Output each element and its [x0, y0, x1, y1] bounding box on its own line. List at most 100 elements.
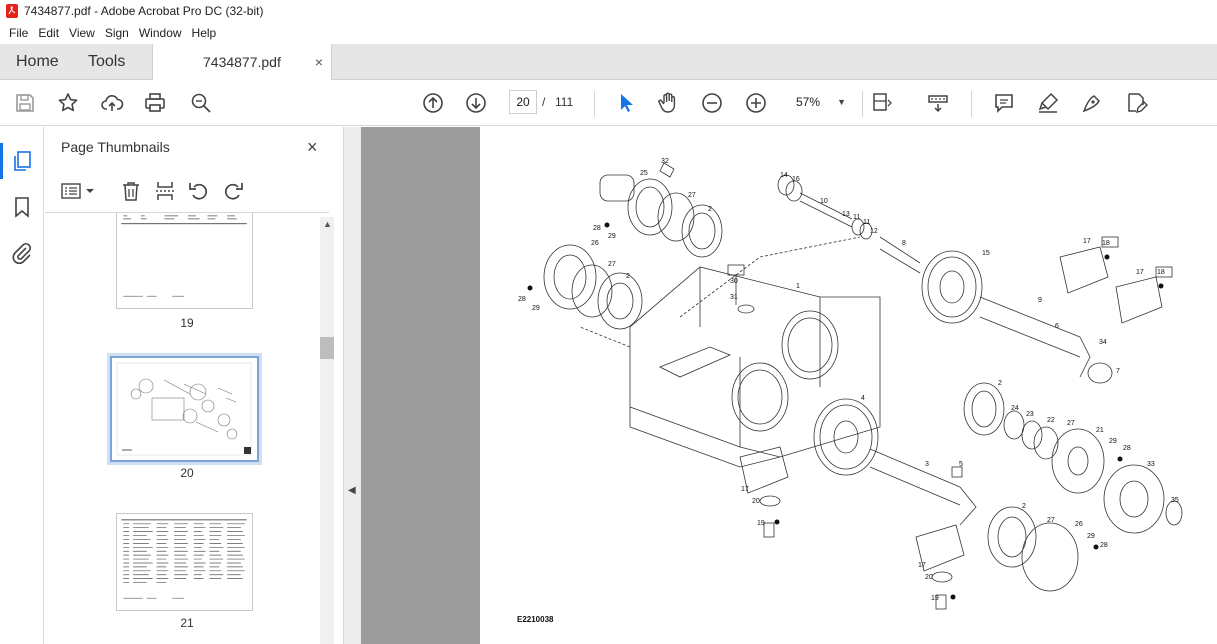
- prev-page-icon[interactable]: [421, 91, 445, 115]
- thumbnail-page-21[interactable]: [116, 513, 253, 611]
- thumbnail-preview: [121, 215, 247, 297]
- extract-page-icon[interactable]: [153, 179, 177, 203]
- callout-label: 27: [1067, 420, 1075, 427]
- menu-help[interactable]: Help: [187, 26, 222, 40]
- comment-icon[interactable]: [992, 91, 1016, 115]
- callout-label: 28: [593, 225, 601, 232]
- menu-view[interactable]: View: [64, 26, 100, 40]
- scroll-up-icon[interactable]: ▲: [323, 219, 332, 229]
- thumbnail-scrollbar[interactable]: ▲: [320, 217, 334, 644]
- callout-label: 17: [741, 486, 749, 493]
- callout-label: 19: [931, 595, 939, 602]
- thumbnail-options-icon[interactable]: [59, 179, 97, 203]
- toolbar-divider: [594, 91, 595, 117]
- page-thumbnails-icon[interactable]: [0, 143, 34, 179]
- zoom-select[interactable]: 57% ▼: [784, 90, 852, 114]
- left-rail: [0, 127, 44, 644]
- menu-edit[interactable]: Edit: [33, 26, 64, 40]
- callout-label: 8: [902, 240, 906, 247]
- callout-label: 5: [959, 461, 963, 468]
- callout-label: 21: [1096, 427, 1104, 434]
- callout-label: 28: [1123, 445, 1131, 452]
- callout-label: 18: [1102, 240, 1110, 247]
- thumbnail-label-19: 19: [180, 316, 194, 330]
- rotate-right-icon[interactable]: [221, 179, 245, 203]
- toolbar-divider: [971, 91, 972, 117]
- toolbar-divider: [862, 91, 863, 117]
- fill-sign-icon[interactable]: [1124, 91, 1148, 115]
- tab-home[interactable]: Home: [16, 44, 59, 80]
- panel-collapse-strip[interactable]: ◀: [343, 127, 361, 644]
- scrollbar-thumb[interactable]: [320, 337, 334, 359]
- callout-label: 12: [870, 228, 878, 235]
- panel-toolbar: [45, 171, 329, 213]
- cloud-upload-icon[interactable]: [100, 91, 124, 115]
- callout-label: 16: [792, 176, 800, 183]
- callout-label: 34: [1099, 339, 1107, 346]
- bookmark-icon[interactable]: [10, 195, 34, 219]
- page-total: 111: [555, 95, 574, 109]
- attachment-icon[interactable]: [10, 241, 34, 265]
- callout-label: 7: [1116, 368, 1120, 375]
- close-tab-icon[interactable]: ×: [315, 54, 323, 70]
- chevron-down-icon: ▼: [837, 97, 846, 107]
- save-icon[interactable]: [13, 91, 37, 115]
- callout-label: 2: [1022, 503, 1026, 510]
- thumbnail-list: 19 20 21: [45, 213, 329, 644]
- callout-label: 2: [708, 206, 712, 213]
- callout-label: 2: [626, 273, 630, 280]
- zoom-value: 57%: [796, 95, 821, 109]
- document-page[interactable]: 32 25 27 2 28 29 26 27 2 28 29 14 16 10 …: [480, 127, 1217, 644]
- thumbnail-page-20[interactable]: [107, 353, 262, 465]
- print-icon[interactable]: [143, 91, 167, 115]
- menu-window[interactable]: Window: [134, 26, 187, 40]
- tab-tools[interactable]: Tools: [88, 44, 125, 80]
- highlight-icon[interactable]: [1036, 91, 1060, 115]
- toolbar: [0, 80, 1217, 126]
- callout-label: 28: [1100, 542, 1108, 549]
- hand-icon[interactable]: [656, 91, 680, 115]
- menu-file[interactable]: File: [4, 26, 33, 40]
- collapse-left-icon[interactable]: ◀: [348, 485, 356, 496]
- callout-label: 18: [1157, 269, 1165, 276]
- thumbnail-label-21: 21: [180, 616, 194, 630]
- callout-label: 27: [608, 261, 616, 268]
- next-page-icon[interactable]: [464, 91, 488, 115]
- callout-label: 30: [730, 278, 738, 285]
- callout-label: 17: [1083, 238, 1091, 245]
- menu-sign[interactable]: Sign: [100, 26, 134, 40]
- select-cursor-icon[interactable]: [614, 91, 638, 115]
- draw-icon[interactable]: [1080, 91, 1104, 115]
- star-icon[interactable]: [56, 91, 80, 115]
- callout-label: 10: [820, 198, 828, 205]
- callout-label: 24: [1011, 405, 1019, 412]
- callout-label: 9: [1038, 297, 1042, 304]
- callout-label: 15: [982, 250, 990, 257]
- scroll-mode-icon[interactable]: [926, 91, 950, 115]
- callout-label: 19: [757, 520, 765, 527]
- exploded-parts-drawing: 32 25 27 2 28 29 26 27 2 28 29 14 16 10 …: [518, 158, 1183, 610]
- zoom-out-icon[interactable]: [700, 91, 724, 115]
- page-thumbnails-panel: Page Thumbnails × 19 20 21 ▲: [45, 127, 343, 644]
- zoom-search-icon[interactable]: [189, 91, 213, 115]
- callout-label: 13: [842, 211, 850, 218]
- thumbnail-page-19[interactable]: [116, 213, 253, 309]
- callout-label: 31: [730, 294, 738, 301]
- page-fit-icon[interactable]: [870, 91, 894, 115]
- callout-label: 20: [925, 574, 933, 581]
- page-separator: /: [542, 95, 546, 109]
- thumbnail-label-20: 20: [180, 466, 194, 480]
- thumbnail-preview: [116, 362, 252, 456]
- callout-label: 33: [1147, 461, 1155, 468]
- delete-page-icon[interactable]: [119, 179, 143, 203]
- callout-label: 22: [1047, 417, 1055, 424]
- rotate-left-icon[interactable]: [187, 179, 211, 203]
- callout-label: 29: [1087, 533, 1095, 540]
- tab-document[interactable]: 7434877.pdf ×: [152, 44, 332, 81]
- zoom-in-icon[interactable]: [744, 91, 768, 115]
- callout-label: 17: [1136, 269, 1144, 276]
- callout-label: 2: [998, 380, 1002, 387]
- close-icon[interactable]: ×: [307, 137, 318, 158]
- page-number-input[interactable]: [509, 90, 537, 114]
- figure-code: E2210038: [517, 615, 554, 624]
